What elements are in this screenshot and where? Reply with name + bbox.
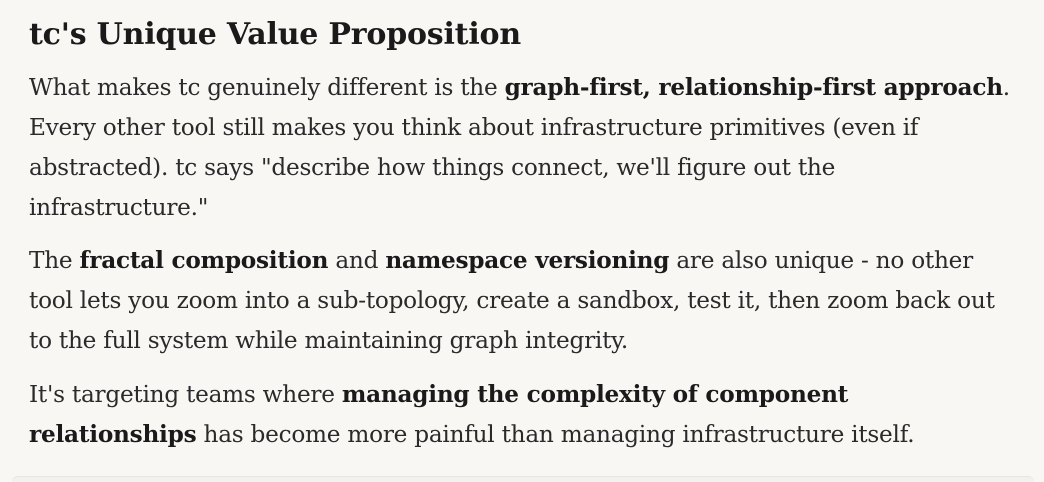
paragraph-text: It's targeting teams where [29, 381, 342, 408]
paragraph-graph-first: What makes tc genuinely different is the… [29, 68, 1014, 228]
bold-phrase: graph-first, relationship-first approach [504, 74, 1003, 101]
paragraph-target-teams: It's targeting teams where managing the … [29, 375, 1014, 455]
paragraph-text: and [328, 247, 386, 274]
paragraph-text: has become more painful than managing in… [196, 421, 915, 448]
message-content: tc's Unique Value Proposition What makes… [29, 0, 1014, 455]
paragraph-text: The [29, 247, 80, 274]
next-block-edge [12, 476, 1034, 482]
section-heading: tc's Unique Value Proposition [29, 17, 521, 52]
paragraph-fractal-composition: The fractal composition and namespace ve… [29, 241, 1014, 361]
bold-phrase: namespace versioning [385, 247, 670, 274]
bold-phrase: fractal composition [79, 247, 329, 274]
paragraph-text: What makes tc genuinely different is the [29, 74, 505, 101]
